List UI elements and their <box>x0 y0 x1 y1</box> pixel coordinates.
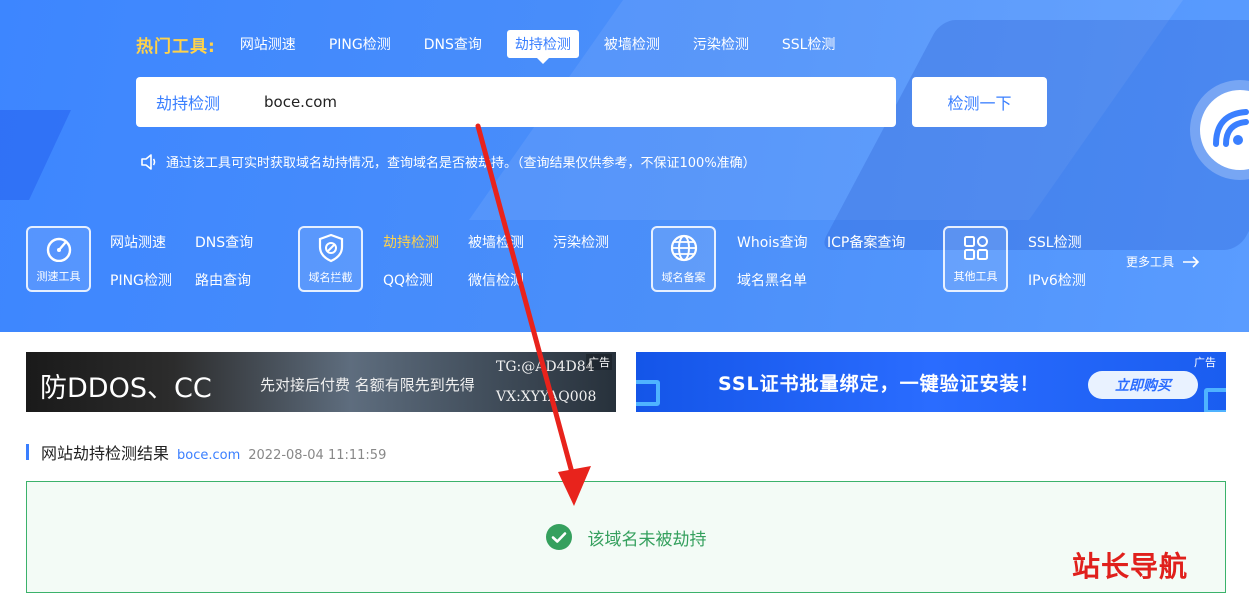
watermark-text: 站长导航 <box>1072 550 1189 583</box>
annotation-arrow <box>475 123 591 506</box>
